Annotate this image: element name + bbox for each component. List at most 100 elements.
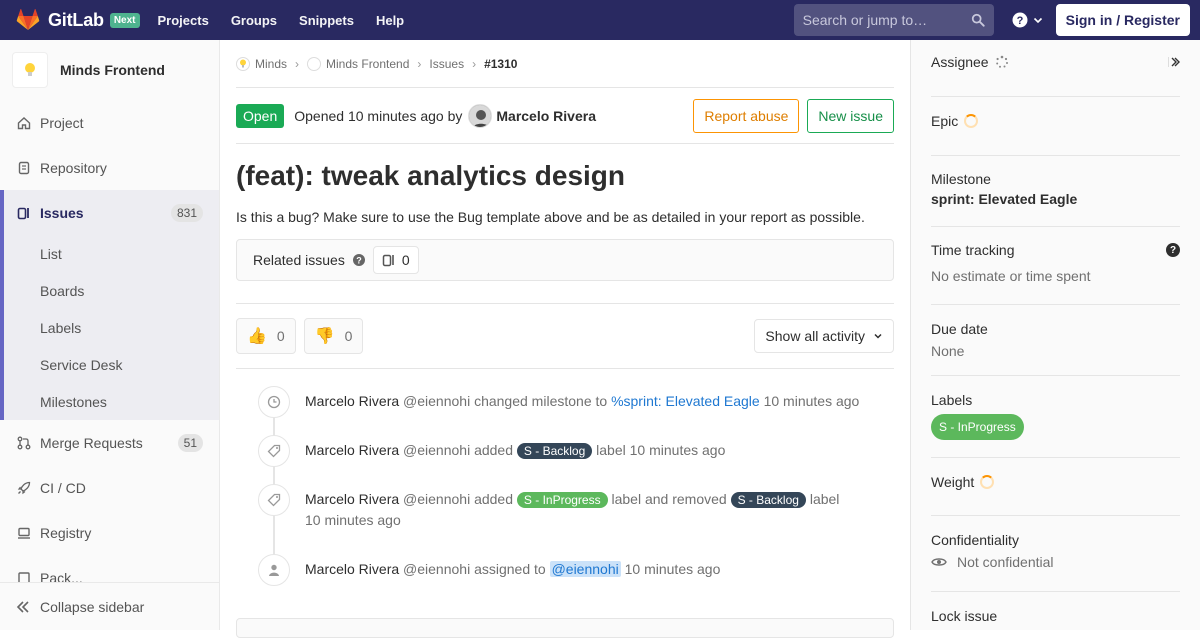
nav-help[interactable]: Help [376, 13, 404, 28]
help-dropdown[interactable]: ? [1012, 12, 1044, 28]
breadcrumb-item-project[interactable]: Minds Frontend › [307, 56, 429, 71]
timeline-note: Marcelo Rivera @eiennohi added S - Backl… [236, 432, 894, 481]
thumbs-down-button[interactable]: 👎 0 [303, 318, 364, 354]
submenu-item-list[interactable]: List [4, 235, 219, 272]
label-badge[interactable]: S - InProgress [931, 414, 1024, 440]
note-author[interactable]: Marcelo Rivera [305, 491, 399, 507]
submenu-item-milestones[interactable]: Milestones [4, 383, 219, 420]
group-avatar-icon [236, 56, 250, 71]
label-badge[interactable]: S - InProgress [516, 492, 608, 508]
nav-groups[interactable]: Groups [231, 13, 277, 28]
double-chevron-left-icon [16, 600, 30, 614]
label-badge[interactable]: S - Backlog [516, 443, 593, 459]
lock-issue-title: Lock issue [931, 608, 998, 624]
sidebar-item-label: CI / CD [40, 479, 86, 496]
doc-icon [16, 160, 32, 176]
project-avatar-icon [307, 56, 322, 71]
merge-request-icon [16, 435, 32, 451]
user-mention[interactable]: @eiennohi [549, 561, 621, 577]
main-content: Minds › Minds Frontend › Issues › #1310 … [236, 40, 894, 638]
loading-icon [995, 55, 1009, 69]
thumbs-up-button[interactable]: 👍 0 [236, 318, 296, 354]
note-body: Marcelo Rivera @eiennohi assigned to @ei… [305, 559, 865, 600]
help-icon[interactable]: ? [1166, 243, 1180, 257]
comment-form[interactable] [236, 618, 894, 638]
submenu-item-boards[interactable]: Boards [4, 272, 219, 309]
sidebar-item-label: Registry [40, 524, 92, 541]
note-author[interactable]: Marcelo Rivera [305, 393, 399, 409]
author-link[interactable]: Marcelo Rivera [496, 108, 596, 124]
note-time: 10 minutes ago [629, 442, 726, 458]
breadcrumb-separator: › [417, 56, 422, 71]
note-handle: @eiennohi [403, 442, 471, 458]
sidebar-item-registry[interactable]: Registry [0, 510, 219, 555]
sidebar-item-project[interactable]: Project [0, 100, 219, 145]
award-emoji-bar: 👍 0 👎 0 Show all activity [236, 303, 894, 369]
report-abuse-button[interactable]: Report abuse [693, 98, 800, 133]
collapse-sidebar-button[interactable]: Collapse sidebar [0, 582, 219, 630]
activity-timeline: Marcelo Rivera @eiennohi changed milesto… [236, 383, 894, 600]
note-action: assigned to [474, 561, 546, 577]
assignee-block: Assignee [931, 40, 1180, 97]
search-input[interactable]: Search or jump to… [793, 4, 994, 36]
related-count-value: 0 [401, 252, 410, 268]
submenu-item-labels[interactable]: Labels [4, 309, 219, 346]
sidebar-item-label: Project [40, 114, 84, 131]
note-author[interactable]: Marcelo Rivera [305, 442, 399, 458]
note-time: 10 minutes ago [624, 561, 721, 577]
timeline-note: Marcelo Rivera @eiennohi added S - InPro… [236, 481, 894, 551]
note-action-suffix: label [809, 491, 840, 507]
expand-sidebar-icon[interactable] [1168, 56, 1180, 68]
question-icon[interactable]: ? [352, 254, 365, 266]
nav-snippets[interactable]: Snippets [299, 13, 354, 28]
nav-projects[interactable]: Projects [158, 13, 209, 28]
milestone-link[interactable]: %sprint: Elevated Eagle [611, 393, 760, 409]
gitlab-logo[interactable]: GitLab Next [16, 8, 140, 32]
issues-icon [16, 205, 32, 221]
timeline-note: Marcelo Rivera @eiennohi changed milesto… [236, 383, 894, 432]
project-avatar [12, 52, 48, 88]
sidebar-item-merge-requests[interactable]: Merge Requests 51 [0, 420, 219, 465]
project-header[interactable]: Minds Frontend [0, 40, 219, 100]
next-badge[interactable]: Next [109, 12, 140, 28]
opened-text: Opened 10 minutes ago by [294, 107, 463, 124]
note-action-suffix: label [596, 442, 626, 458]
breadcrumb: Minds › Minds Frontend › Issues › #1310 [236, 40, 894, 88]
due-date-value: None [931, 343, 965, 359]
sidebar-item-ci-cd[interactable]: CI / CD [0, 465, 219, 510]
container-icon [16, 525, 32, 541]
rocket-icon [16, 480, 32, 496]
milestone-value[interactable]: sprint: Elevated Eagle [931, 191, 1180, 207]
breadcrumb-label: #1310 [484, 56, 518, 71]
note-handle: @eiennohi [403, 491, 471, 507]
sign-in-button[interactable]: Sign in / Register [1055, 4, 1190, 36]
label-badge[interactable]: S - Backlog [730, 492, 806, 508]
submenu-item-service-desk[interactable]: Service Desk [4, 346, 219, 383]
avatar[interactable] [468, 103, 493, 128]
activity-filter-dropdown[interactable]: Show all activity [754, 319, 894, 353]
assignee-title-row: Assignee [931, 54, 1180, 70]
opened-info: Opened 10 minutes ago by Marcelo Rivera [294, 103, 596, 128]
related-issues-title: Related issues [253, 252, 345, 268]
issue-header: Open Opened 10 minutes ago by Marcelo Ri… [236, 88, 894, 144]
confidentiality-title: Confidentiality [931, 532, 1019, 548]
sidebar-item-issues[interactable]: Issues 831 [0, 190, 219, 235]
sidebar-item-repository[interactable]: Repository [0, 145, 219, 190]
issues-count-badge: 831 [170, 203, 203, 222]
breadcrumb-item-issues[interactable]: Issues › [429, 57, 484, 71]
note-handle: @eiennohi [403, 393, 471, 409]
chevron-down-icon [873, 331, 883, 341]
note-action: changed milestone to [474, 393, 608, 409]
breadcrumb-item-group[interactable]: Minds › [236, 56, 307, 71]
top-navbar: GitLab Next Projects Groups Snippets Hel… [0, 0, 1200, 40]
new-issue-button[interactable]: New issue [807, 98, 894, 133]
assignee-title: Assignee [931, 54, 989, 70]
time-tracking-title-row: Time tracking ? [931, 242, 1180, 258]
collapse-sidebar-label: Collapse sidebar [40, 598, 145, 615]
weight-title: Weight [931, 474, 975, 490]
breadcrumb-separator: › [295, 56, 300, 71]
breadcrumb-item-current[interactable]: #1310 [484, 57, 517, 71]
related-issues-count[interactable]: 0 [372, 246, 419, 274]
breadcrumb-label: Minds Frontend [326, 56, 410, 71]
note-author[interactable]: Marcelo Rivera [305, 561, 399, 577]
